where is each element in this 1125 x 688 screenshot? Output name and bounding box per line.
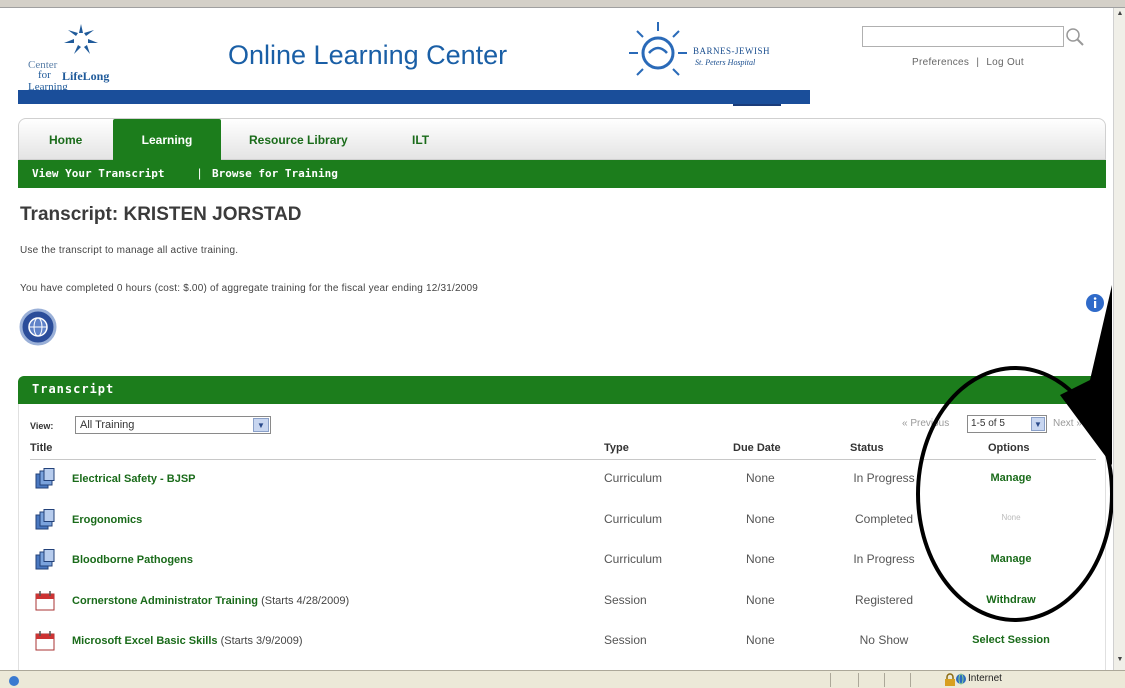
browser-frame-top [0, 0, 1125, 8]
tab-learning[interactable]: Learning [113, 119, 221, 161]
scroll-up-icon[interactable]: ▲ [1115, 10, 1125, 22]
training-title[interactable]: Erogonomics [72, 514, 142, 526]
site-title: Online Learning Center [228, 40, 508, 70]
status-segment [884, 673, 885, 687]
transcript-panel-header: Transcript [18, 376, 1106, 404]
tab-home[interactable]: Home [49, 119, 82, 161]
search-input[interactable] [862, 26, 1064, 47]
training-status: Completed [854, 512, 914, 526]
view-label: View: [30, 421, 54, 431]
hospital-name: BARNES-JEWISH [693, 46, 771, 56]
security-zone: Internet [968, 673, 1002, 684]
chevron-down-icon[interactable]: ▼ [253, 418, 269, 432]
browser-status-bar: Internet [0, 670, 1125, 688]
hospital-subname: St. Peters Hospital [695, 58, 756, 67]
status-segment [910, 673, 911, 687]
table-row: Microsoft Excel Basic Skills (Starts 3/9… [30, 622, 1096, 662]
status-segment [830, 673, 831, 687]
training-status: Registered [854, 593, 914, 607]
subnav-view-transcript[interactable]: View Your Transcript [32, 167, 164, 180]
training-title[interactable]: Electrical Safety - BJSP [72, 473, 196, 485]
training-title[interactable]: Cornerstone Administrator Training [72, 595, 258, 607]
training-title-link[interactable]: Microsoft Excel Basic Skills (Starts 3/9… [72, 635, 303, 647]
col-header-status[interactable]: Status [850, 442, 884, 454]
training-type: Curriculum [604, 512, 663, 526]
logo-text-lifelong: LifeLong [62, 69, 110, 83]
training-summary: You have completed 0 hours (cost: $.00) … [20, 283, 479, 294]
training-subtitle: (Starts 3/9/2009) [217, 635, 303, 647]
training-title-link[interactable]: Erogonomics [72, 514, 142, 526]
annotation-arrow-icon [1060, 285, 1112, 465]
page: Center for LifeLong Learning Online Lear… [0, 0, 1125, 688]
search-icon[interactable] [1064, 26, 1086, 48]
training-subtitle: (Starts 4/28/2009) [258, 595, 350, 607]
page-title: Transcript: KRISTEN JORSTAD [20, 204, 302, 225]
curriculum-icon [34, 549, 56, 571]
curriculum-icon [34, 509, 56, 531]
link-separator: | [976, 57, 980, 68]
logout-link[interactable]: Log Out [986, 57, 1024, 68]
training-title[interactable]: Bloodborne Pathogens [72, 554, 193, 566]
training-type: Session [604, 593, 647, 607]
select-session-button[interactable]: Select Session [948, 634, 1074, 646]
page-description: Use the transcript to manage all active … [20, 245, 239, 256]
view-select[interactable]: All Training ▼ [75, 416, 271, 434]
sunburst-logo-icon [64, 24, 98, 54]
training-due-date: None [746, 512, 775, 526]
transcript-panel-title: Transcript [32, 382, 115, 396]
curriculum-icon [34, 468, 56, 490]
lifelong-learning-logo[interactable]: Center for LifeLong Learning [24, 18, 124, 96]
tab-ilt[interactable]: ILT [412, 119, 429, 161]
status-segment [858, 673, 859, 687]
training-status: No Show [859, 633, 909, 647]
tab-resource-library[interactable]: Resource Library [249, 119, 348, 161]
col-header-type[interactable]: Type [604, 442, 629, 454]
training-due-date: None [746, 633, 775, 647]
col-header-title[interactable]: Title [30, 442, 52, 454]
logo-text-for: for [38, 69, 51, 81]
col-header-due-date[interactable]: Due Date [733, 442, 781, 454]
training-status: In Progress [853, 552, 915, 566]
calendar-icon [34, 630, 56, 652]
header-blue-bar [18, 90, 810, 104]
subnav-browse-training[interactable]: Browse for Training [212, 167, 338, 180]
page-icon [8, 674, 20, 686]
training-due-date: None [746, 471, 775, 485]
sub-nav: View Your Transcript | Browse for Traini… [18, 160, 1106, 188]
training-title[interactable]: Microsoft Excel Basic Skills [72, 635, 218, 647]
globe-icon [956, 673, 966, 685]
training-title-link[interactable]: Electrical Safety - BJSP [72, 473, 196, 485]
vertical-scrollbar[interactable]: ▲ ▼ [1113, 8, 1125, 670]
training-title-link[interactable]: Cornerstone Administrator Training (Star… [72, 595, 349, 607]
main-nav: Home Learning Resource Library ILT [18, 118, 1106, 161]
training-due-date: None [746, 593, 775, 607]
table-row: Cornerstone Administrator Training (Star… [30, 582, 1096, 622]
view-select-value: All Training [80, 419, 135, 431]
scroll-down-icon[interactable]: ▼ [1115, 656, 1125, 668]
training-type: Curriculum [604, 552, 663, 566]
globe-help-icon[interactable] [18, 307, 58, 347]
subnav-separator: | [198, 166, 202, 180]
training-title-link[interactable]: Bloodborne Pathogens [72, 554, 193, 566]
calendar-icon [34, 590, 56, 612]
training-type: Session [604, 633, 647, 647]
sun-swirl-icon [629, 22, 687, 76]
account-links: Preferences | Log Out [912, 57, 1024, 68]
training-type: Curriculum [604, 471, 663, 485]
preferences-link[interactable]: Preferences [912, 57, 969, 68]
training-due-date: None [746, 552, 775, 566]
